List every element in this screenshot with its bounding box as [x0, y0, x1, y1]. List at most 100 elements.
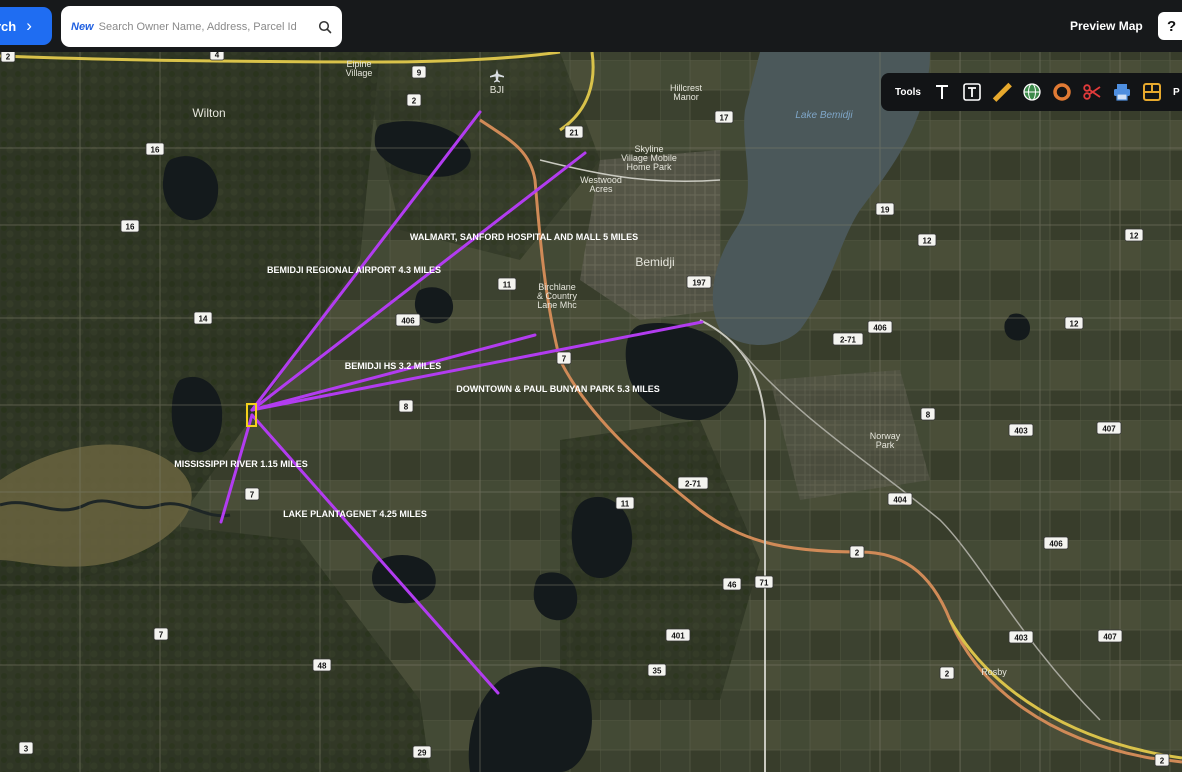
distance-label: LAKE PLANTAGENET 4.25 MILES — [283, 509, 427, 519]
road-shield: 12 — [917, 233, 937, 247]
place-label: Park — [876, 440, 895, 450]
place-label: Manor — [673, 92, 699, 102]
road-shield: 2 — [406, 93, 422, 107]
road-shield: 46 — [722, 577, 742, 591]
place-label: BJI — [490, 85, 504, 96]
road-shield-label: 407 — [1103, 633, 1117, 642]
road-shield: 21 — [564, 125, 584, 139]
search-placeholder: Search Owner Name, Address, Parcel Id — [98, 20, 297, 33]
road-shield-label: 403 — [1014, 634, 1028, 643]
map-canvas: 2 4922117161619121211 19714 406406 122-71788… — [0, 52, 1182, 772]
road-shield-label: 2 — [6, 53, 11, 62]
circle-tool-icon[interactable] — [1047, 77, 1077, 107]
search-button-label: rch — [0, 18, 17, 34]
tools-panel: Tools P — [881, 73, 1182, 111]
road-shield: 2 — [849, 545, 865, 559]
road-shield: 17 — [714, 110, 734, 124]
road-shield: 197 — [686, 275, 712, 289]
road-shield: 3 — [18, 741, 34, 755]
new-badge: New — [71, 20, 94, 33]
distance-label: BEMIDJI REGIONAL AIRPORT 4.3 MILES — [267, 265, 441, 275]
road-shield: 2-71 — [832, 332, 864, 346]
satellite-map[interactable]: 2 4 9 2 21 17 16 16 19 12 12 11 197 14 406 406 12 2-71 7 8 8… — [0, 52, 1182, 772]
road-shield: 407 — [1097, 629, 1123, 643]
road-shield-label: 12 — [923, 237, 932, 246]
road-shield-label: 19 — [881, 206, 890, 215]
road-shield-label: 48 — [318, 662, 327, 671]
road-shield-label: 21 — [570, 129, 579, 138]
road-shield-label: 2 — [1160, 757, 1165, 766]
road-shield: 71 — [754, 575, 774, 589]
search-input[interactable]: New Search Owner Name, Address, Parcel I… — [61, 6, 342, 47]
road-shield-label: 17 — [720, 114, 729, 123]
road-shield: 404 — [887, 492, 913, 506]
road-shield: 406 — [867, 320, 893, 334]
road-shield-label: 7 — [250, 491, 255, 500]
ruler-icon[interactable] — [987, 77, 1017, 107]
road-shield: 403 — [1008, 630, 1034, 644]
road-shield-label: 407 — [1102, 425, 1116, 434]
search-icon[interactable] — [318, 20, 332, 34]
road-shield-label: 12 — [1070, 320, 1079, 329]
road-shield-label: 29 — [418, 749, 427, 758]
road-shield: 8 — [398, 399, 414, 413]
tools-label: Tools — [895, 86, 921, 98]
road-shield-label: 406 — [873, 324, 887, 333]
road-shield-label: 35 — [653, 667, 662, 676]
distance-label: MISSISSIPPI RIVER 1.15 MILES — [174, 459, 308, 469]
tools-extra-label: P — [1172, 86, 1180, 98]
scissors-icon[interactable] — [1077, 77, 1107, 107]
road-shield-label: 3 — [24, 745, 29, 754]
road-shield-label: 11 — [621, 500, 630, 509]
road-shield-label: 2 — [412, 97, 417, 106]
print-icon[interactable] — [1107, 77, 1137, 107]
place-label: Village — [346, 68, 373, 78]
place-label: Rosby — [981, 667, 1007, 677]
road-shield-label: 2 — [945, 670, 950, 679]
road-shield-label: 16 — [126, 223, 135, 232]
road-shield-label: 401 — [671, 632, 685, 641]
place-label: Wilton — [192, 106, 225, 120]
road-shield: 19 — [875, 202, 895, 216]
globe-icon[interactable] — [1017, 77, 1047, 107]
road-shield: 35 — [647, 663, 667, 677]
road-shield: 48 — [312, 658, 332, 672]
road-shield-label: 7 — [562, 355, 567, 364]
place-label: Acres — [589, 184, 613, 194]
text-box-tool-icon[interactable] — [957, 77, 987, 107]
road-shield: 2-71 — [677, 476, 709, 490]
preview-map-button[interactable]: Preview Map — [1070, 19, 1143, 33]
road-shield: 12 — [1124, 228, 1144, 242]
road-shield-label: 14 — [199, 315, 208, 324]
road-shield-label: 16 — [151, 146, 160, 155]
road-shield: 9 — [411, 65, 427, 79]
road-shield-label: 71 — [760, 579, 769, 588]
road-shield-label: 9 — [417, 69, 422, 78]
chevron-right-icon: › — [26, 16, 32, 35]
road-shield: 406 — [395, 313, 421, 327]
road-shield: 403 — [1008, 423, 1034, 437]
road-shield: 14 — [193, 311, 213, 325]
road-shield: 7 — [153, 627, 169, 641]
road-shield-label: 197 — [692, 279, 706, 288]
road-shield: 16 — [145, 142, 165, 156]
distance-label: DOWNTOWN & PAUL BUNYAN PARK 5.3 MILES — [456, 384, 660, 394]
road-shield-label: 12 — [1130, 232, 1139, 241]
road-shield: 11 — [497, 277, 517, 291]
road-shield: 7 — [556, 351, 572, 365]
help-button[interactable]: ? — [1158, 12, 1182, 40]
road-shield-label: 8 — [926, 411, 931, 420]
top-bar: rch › New Search Owner Name, Address, Pa… — [0, 0, 1182, 52]
road-shield: 16 — [120, 219, 140, 233]
road-shield-label: 4 — [215, 52, 220, 60]
layout-icon[interactable] — [1137, 77, 1167, 107]
road-shield: 7 — [244, 487, 260, 501]
text-tool-icon[interactable] — [927, 77, 957, 107]
road-shield-label: 404 — [893, 496, 907, 505]
road-shield-label: 46 — [728, 581, 737, 590]
road-shield-label: 403 — [1014, 427, 1028, 436]
road-shield: 2 — [939, 666, 955, 680]
place-label: Bemidji — [635, 255, 674, 269]
road-shield: 407 — [1096, 421, 1122, 435]
search-button[interactable]: rch › — [0, 7, 52, 45]
